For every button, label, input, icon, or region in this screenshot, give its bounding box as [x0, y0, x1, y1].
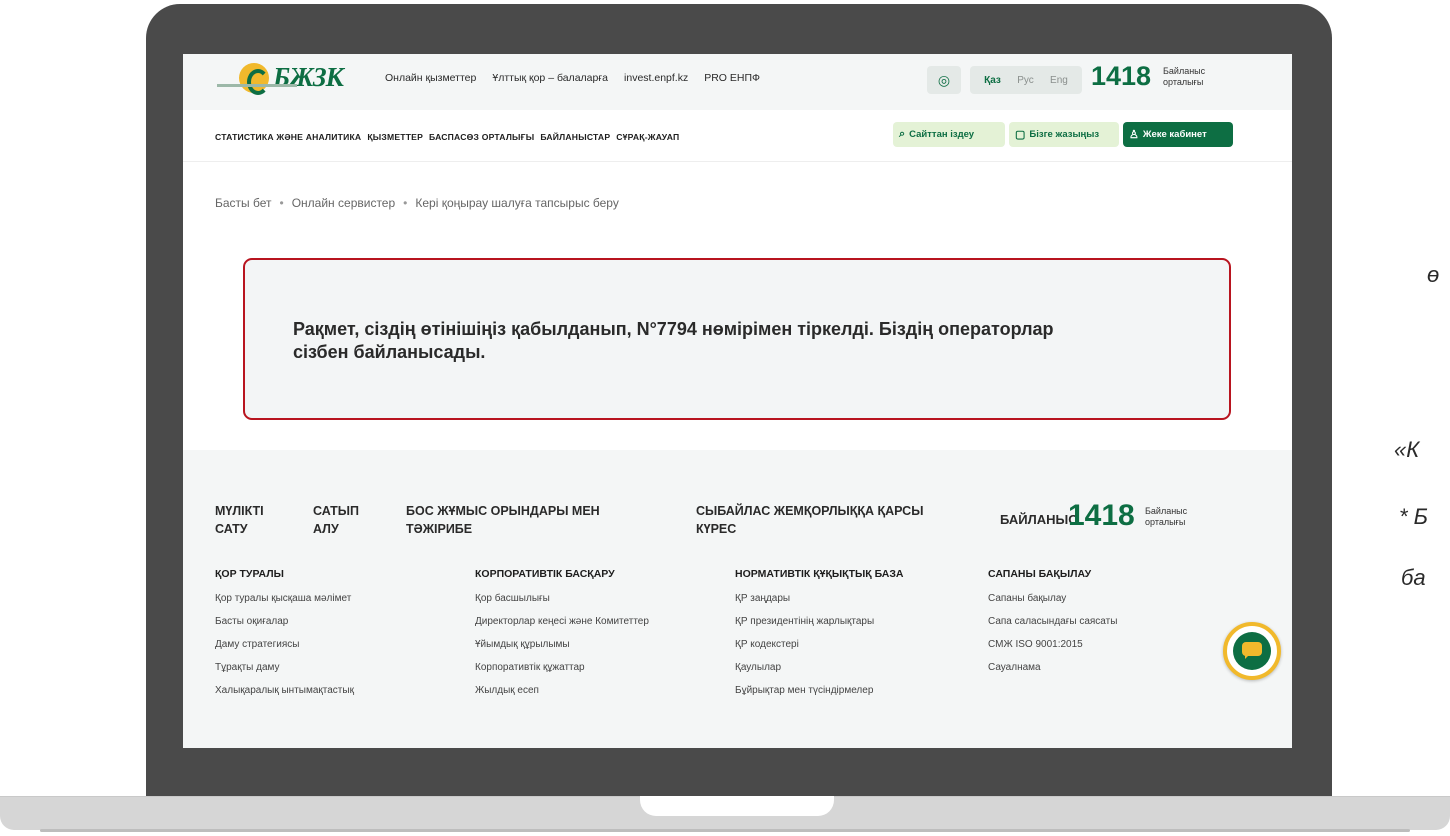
laptop-notch	[640, 796, 834, 816]
footer-column-title: КОРПОРАТИВТІК БАСҚАРУ	[475, 568, 615, 580]
nav-services[interactable]: ҚЫЗМЕТТЕР	[367, 132, 423, 142]
breadcrumb-current: Кері қоңырау шалуға тапсырыс беру	[415, 196, 619, 210]
chat-icon	[1233, 632, 1271, 670]
personal-cabinet-label: Жеке кабинет	[1142, 129, 1207, 140]
eye-icon: ◎	[937, 71, 951, 88]
top-link-invest[interactable]: invest.enpf.kz	[624, 72, 688, 84]
footer-column-quality: САПАНЫ БАҚЫЛАУ Сапаны бақылау Сапа салас…	[988, 568, 1117, 685]
logo-text: БЖЗК	[273, 62, 344, 92]
nav-faq[interactable]: СҰРАҚ-ЖАУАП	[616, 132, 679, 142]
laptop-base-edge	[40, 829, 1410, 832]
side-text-fragment: «К	[1394, 437, 1420, 462]
footer-link[interactable]: Сауалнама	[988, 662, 1117, 673]
nav-statistics[interactable]: СТАТИСТИКА ЖӘНЕ АНАЛИТИКА	[215, 132, 361, 142]
top-link-national-fund[interactable]: Ұлттық қор – балаларға	[492, 72, 608, 84]
logo[interactable]: БЖЗК	[239, 62, 344, 95]
side-text-fragment: ө	[1427, 262, 1440, 287]
stage: БЖЗК Онлайн қызметтер Ұлттық қор – балал…	[0, 0, 1450, 836]
breadcrumb: Басты бет • Онлайн сервистер • Кері қоңы…	[215, 196, 619, 210]
top-link-pro[interactable]: PRO ЕНПФ	[704, 72, 760, 84]
footer: МҮЛІКТІ САТУ САТЫП АЛУ БОС ЖҰМЫС ОРЫНДАР…	[183, 450, 1292, 748]
footer-phone-label-line2: орталығы	[1145, 517, 1186, 527]
footer-column-title: НОРМАТИВТІК ҚҰҚЫҚТЫҚ БАЗА	[735, 568, 904, 580]
footer-column-title: ҚОР ТУРАЛЫ	[215, 568, 284, 580]
footer-phone[interactable]: 1418	[1068, 499, 1135, 533]
main-nav: СТАТИСТИКА ЖӘНЕ АНАЛИТИКА ҚЫЗМЕТТЕР БАСП…	[183, 110, 1292, 162]
main-nav-items: СТАТИСТИКА ЖӘНЕ АНАЛИТИКА ҚЫЗМЕТТЕР БАСП…	[215, 132, 679, 142]
footer-phone-label: Байланыс орталығы	[1145, 506, 1187, 528]
header-phone-label: Байланыс орталығы	[1163, 66, 1205, 88]
footer-link[interactable]: Басты оқиғалар	[215, 616, 354, 627]
chat-widget-button[interactable]	[1223, 622, 1281, 680]
footer-link[interactable]: ҚР президентінің жарлықтары	[735, 616, 903, 627]
breadcrumb-separator: •	[279, 196, 284, 210]
logo-mark-icon	[239, 62, 269, 95]
confirmation-message-text: Рақмет, сіздің өтінішіңіз қабылданып, N°…	[293, 319, 1054, 362]
footer-link[interactable]: Қаулылар	[735, 662, 903, 673]
footer-link-line: КҮРЕС	[696, 522, 737, 536]
footer-link[interactable]: Жылдық есеп	[475, 685, 649, 696]
footer-contact-label[interactable]: БАЙЛАНЫС	[1000, 512, 1078, 527]
footer-link[interactable]: ҚР заңдары	[735, 593, 903, 604]
footer-link-line: САТУ	[215, 522, 248, 536]
footer-link-anti-corruption[interactable]: СЫБАЙЛАС ЖЕМҚОРЛЫҚҚА ҚАРСЫ КҮРЕС	[696, 502, 923, 538]
side-text-fragment: * Б	[1399, 504, 1428, 529]
header-phone-label-line2: орталығы	[1163, 77, 1204, 87]
language-switcher: Қаз Рус Eng	[970, 66, 1082, 94]
top-links: Онлайн қызметтер Ұлттық қор – балаларға …	[385, 72, 760, 84]
header-phone[interactable]: 1418	[1091, 61, 1151, 92]
footer-link-property-sale[interactable]: МҮЛІКТІ САТУ	[215, 502, 264, 538]
footer-column-legal: НОРМАТИВТІК ҚҰҚЫҚТЫҚ БАЗА ҚР заңдары ҚР …	[735, 568, 903, 708]
footer-column-title: САПАНЫ БАҚЫЛАУ	[988, 568, 1092, 580]
footer-link[interactable]: Даму стратегиясы	[215, 639, 354, 650]
chat-bubble-icon: ▢	[1015, 129, 1026, 141]
footer-column-about: ҚОР ТУРАЛЫ Қор туралы қысқаша мәлімет Ба…	[215, 568, 354, 708]
confirmation-message-box: Рақмет, сіздің өтінішіңіз қабылданып, N°…	[243, 258, 1231, 420]
footer-link[interactable]: Тұрақты даму	[215, 662, 354, 673]
footer-link[interactable]: Қор туралы қысқаша мәлімет	[215, 593, 354, 604]
footer-link[interactable]: Корпоративтік құжаттар	[475, 662, 649, 673]
footer-link[interactable]: Сапа саласындағы саясаты	[988, 616, 1117, 627]
footer-link[interactable]: Бұйрықтар мен түсіндірмелер	[735, 685, 903, 696]
nav-press-center[interactable]: БАСПАСӨЗ ОРТАЛЫҒЫ	[429, 132, 534, 142]
footer-link-vacancies[interactable]: БОС ЖҰМЫС ОРЫНДАРЫ МЕН ТӘЖІРИБЕ	[406, 502, 600, 538]
breadcrumb-separator: •	[403, 196, 408, 210]
top-bar: БЖЗК Онлайн қызметтер Ұлттық қор – балал…	[183, 54, 1292, 110]
top-link-online-services[interactable]: Онлайн қызметтер	[385, 72, 476, 84]
logo-subtitle-line	[217, 84, 297, 87]
lang-eng[interactable]: Eng	[1050, 75, 1068, 86]
laptop-screen: БЖЗК Онлайн қызметтер Ұлттық қор – балал…	[183, 54, 1292, 748]
footer-link-line: САТЫП	[313, 504, 359, 518]
side-text-fragment: ба	[1401, 565, 1426, 590]
nav-contacts[interactable]: БАЙЛАНЫСТАР	[540, 132, 610, 142]
footer-link[interactable]: Директорлар кеңесі және Комитеттер	[475, 616, 649, 627]
personal-cabinet-button[interactable]: ♙ Жеке кабинет	[1123, 122, 1233, 147]
footer-link[interactable]: СМЖ ISO 9001:2015	[988, 639, 1117, 650]
breadcrumb-home[interactable]: Басты бет	[215, 196, 272, 210]
footer-link-purchase[interactable]: САТЫП АЛУ	[313, 502, 359, 538]
lang-rus[interactable]: Рус	[1017, 75, 1034, 86]
footer-link[interactable]: Қор басшылығы	[475, 593, 649, 604]
breadcrumb-online-services[interactable]: Онлайн сервистер	[292, 196, 395, 210]
footer-link-line: МҮЛІКТІ	[215, 504, 264, 518]
footer-link[interactable]: Халықаралық ынтымақтастық	[215, 685, 354, 696]
footer-link-line: АЛУ	[313, 522, 339, 536]
search-icon: ⌕	[899, 128, 906, 140]
footer-link[interactable]: ҚР кодекстері	[735, 639, 903, 650]
search-button[interactable]: ⌕ Сайттан іздеу	[893, 122, 1005, 147]
footer-link[interactable]: Ұйымдық құрылымы	[475, 639, 649, 650]
footer-link-line: БОС ЖҰМЫС ОРЫНДАРЫ МЕН	[406, 504, 600, 518]
footer-link-line: СЫБАЙЛАС ЖЕМҚОРЛЫҚҚА ҚАРСЫ	[696, 504, 924, 518]
accessibility-button[interactable]: ◎	[927, 66, 961, 94]
user-icon: ♙	[1129, 129, 1139, 141]
lang-kaz[interactable]: Қаз	[984, 75, 1001, 86]
search-label: Сайттан іздеу	[909, 129, 975, 140]
write-to-us-label: Бізге жазыңыз	[1029, 129, 1100, 140]
write-to-us-button[interactable]: ▢ Бізге жазыңыз	[1009, 122, 1119, 147]
footer-column-governance: КОРПОРАТИВТІК БАСҚАРУ Қор басшылығы Дире…	[475, 568, 649, 708]
header-phone-label-line1: Байланыс	[1163, 66, 1206, 76]
footer-link-line: ТӘЖІРИБЕ	[406, 522, 473, 536]
footer-phone-label-line1: Байланыс	[1145, 506, 1188, 516]
footer-link[interactable]: Сапаны бақылау	[988, 593, 1117, 604]
